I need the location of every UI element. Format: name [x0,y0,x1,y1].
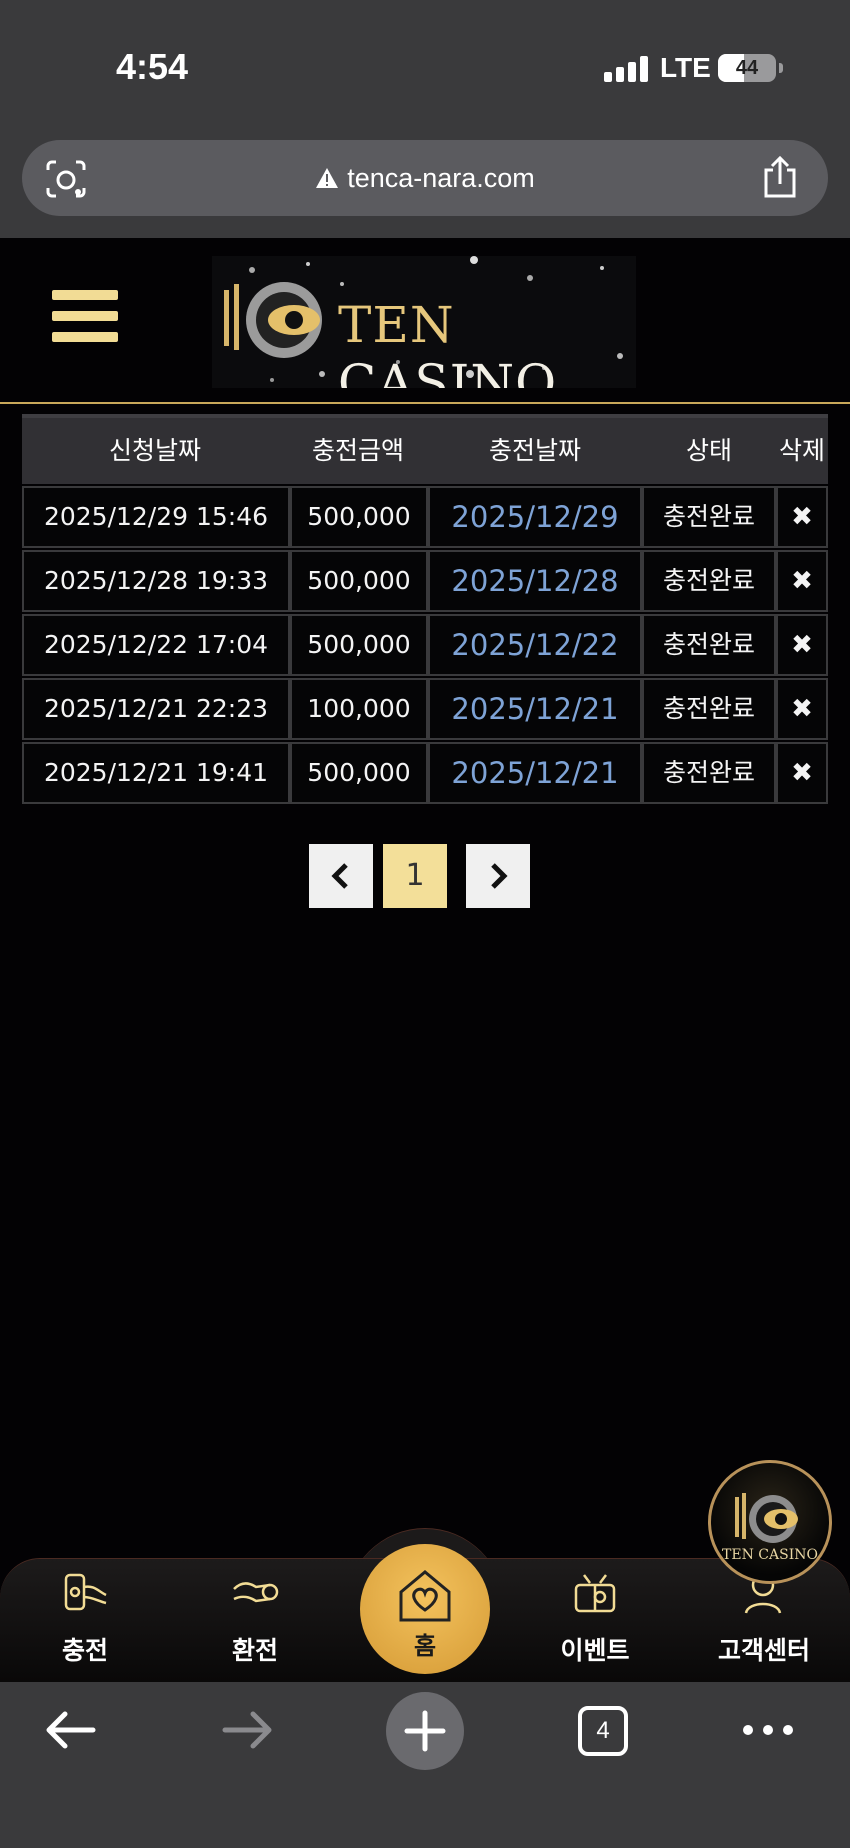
column-header: 삭제 [778,436,825,465]
request-date-cell: 2025/12/28 19:33 [22,550,290,612]
nav-item-exchange[interactable]: 환전 [190,1559,320,1683]
next-page-button[interactable] [466,844,530,908]
nav-label-exchange: 환전 [231,1636,278,1665]
delete-icon[interactable]: ✖ [776,486,828,548]
delete-icon[interactable]: ✖ [776,614,828,676]
battery-icon: 44 [718,54,776,82]
site-logo[interactable]: TEN CASINO [212,256,636,388]
new-tab-button[interactable] [386,1692,464,1770]
nav-item-home[interactable]: 홈 [360,1544,490,1674]
table-header: 신청날짜 충전금액 충전날짜 상태 삭제 [22,414,828,484]
gift-icon [574,1574,616,1613]
url-bar[interactable]: tenca-nara.com [22,140,828,216]
amount-cell: 500,000 [290,550,428,612]
table-row: 2025/12/28 19:33 500,000 2025/12/28 충전완료… [22,550,828,614]
nav-label-support: 고객센터 [717,1636,810,1665]
url-display[interactable]: tenca-nara.com [22,140,828,216]
chevron-right-icon [491,863,508,889]
table-row: 2025/12/22 17:04 500,000 2025/12/22 충전완료… [22,614,828,678]
status-cell: 충전완료 [642,742,776,804]
floating-logo-text: TEN CASINO [722,1547,818,1563]
menu-bar-icon [52,311,118,321]
delete-icon[interactable]: ✖ [776,678,828,740]
forward-button[interactable] [212,1682,282,1778]
table-row: 2025/12/21 19:41 500,000 2025/12/21 충전완료… [22,742,828,806]
charge-date-link[interactable]: 2025/12/21 [428,742,642,804]
arrow-left-icon [46,1711,96,1749]
battery-percentage: 44 [735,57,759,79]
previous-page-button[interactable] [309,844,373,908]
share-icon[interactable] [760,156,800,198]
charge-date-link[interactable]: 2025/12/22 [428,614,642,676]
delete-icon[interactable]: ✖ [776,550,828,612]
status-cell: 충전완료 [642,550,776,612]
casino-emblem-icon [735,1493,798,1543]
status-cell: 충전완료 [642,486,776,548]
menu-bar-icon [52,290,118,300]
home-heart-icon [399,1570,451,1622]
nav-item-charge[interactable]: 충전 [20,1559,150,1683]
request-date-cell: 2025/12/29 15:46 [22,486,290,548]
nav-label-charge: 충전 [61,1636,108,1665]
more-options-button[interactable] [736,1682,800,1778]
column-header: 충전날짜 [488,436,581,465]
column-header: 상태 [685,436,732,465]
charge-icon [64,1573,107,1611]
network-type: LTE [660,52,711,83]
request-date-cell: 2025/12/21 22:23 [22,678,290,740]
charge-date-link[interactable]: 2025/12/28 [428,550,642,612]
amount-cell: 500,000 [290,742,428,804]
logo-wordmark: TEN CASINO [338,296,636,388]
chevron-left-icon [331,863,348,889]
status-cell: 충전완료 [642,678,776,740]
column-header: 충전금액 [311,436,404,465]
url-text: tenca-nara.com [347,162,535,193]
tab-switcher-button[interactable]: 4 [578,1706,628,1756]
battery-nub [779,63,783,73]
exchange-icon [233,1582,279,1603]
site-header: TEN CASINO [0,238,850,404]
browser-top-bar: tenca-nara.com [0,130,850,238]
table-row: 2025/12/21 22:23 100,000 2025/12/21 충전완료… [22,678,828,742]
floating-casino-logo-button[interactable]: TEN CASINO [708,1460,832,1584]
warning-icon [316,168,339,188]
amount-cell: 100,000 [290,678,428,740]
hamburger-menu-button[interactable] [52,290,118,350]
amount-cell: 500,000 [290,486,428,548]
nav-item-event[interactable]: 이벤트 [530,1559,660,1683]
status-time: 4:54 [116,46,189,87]
request-date-cell: 2025/12/22 17:04 [22,614,290,676]
back-button[interactable] [36,1682,106,1778]
table-row: 2025/12/29 15:46 500,000 2025/12/29 충전완료… [22,486,828,550]
status-cell: 충전완료 [642,614,776,676]
logo-word-casino: CASINO [338,354,558,388]
request-date-cell: 2025/12/21 19:41 [22,742,290,804]
logo-word-ten: TEN [338,296,455,354]
charge-date-link[interactable]: 2025/12/29 [428,486,642,548]
nav-label-event: 이벤트 [560,1636,630,1665]
column-header: 신청날짜 [108,436,201,465]
more-dots-icon [743,1725,793,1735]
page-number-button[interactable]: 1 [383,844,447,908]
browser-toolbar: 4 [0,1682,850,1848]
amount-cell: 500,000 [290,614,428,676]
delete-icon[interactable]: ✖ [776,742,828,804]
charge-date-link[interactable]: 2025/12/21 [428,678,642,740]
menu-bar-icon [52,332,118,342]
nav-label-home: 홈 [413,1632,437,1660]
arrow-right-icon [222,1711,272,1749]
signal-icon [604,56,648,82]
status-bar: 4:54 LTE 44 [0,0,850,130]
plus-icon [404,1710,446,1752]
